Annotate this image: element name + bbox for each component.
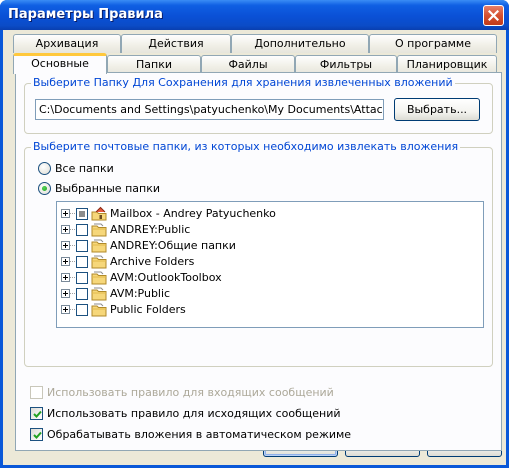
tree-item-label: AVM:Public [110,287,171,300]
expand-plus-icon[interactable] [61,257,70,266]
radio-all-folders-label: Все папки [55,162,114,175]
option-outgoing-label: Использовать правило для исходящих сообщ… [47,407,341,420]
tree-connector [70,277,75,278]
tree-connector [70,245,75,246]
tree-connector [70,309,75,310]
radio-selected-dot [42,186,47,191]
close-button[interactable] [483,5,504,26]
option-incoming-label: Использовать правило для входящих сообще… [47,386,334,399]
mailbox-home-icon [91,206,107,221]
tab-archiving[interactable]: Архивация [13,34,121,53]
tree-item-checkbox[interactable] [76,256,88,268]
tree-item-label: Archive Folders [110,255,195,268]
save-folder-group: Выберите Папку Для Сохранения для хранен… [24,76,493,134]
tree-item[interactable]: Archive Folders [57,254,483,270]
tab-advanced[interactable]: Дополнительно [231,34,369,53]
dialog-client: Архивация Действия Дополнительно О прогр… [3,30,506,465]
folder-icon [91,286,107,301]
folder-icon [91,302,107,317]
browse-button[interactable]: Выбрать... [394,98,480,121]
checkmark-icon [33,431,42,439]
tree-connector [70,213,75,214]
folder-tree[interactable]: Mailbox - Andrey Patyuchenko ANDREY:Publi… [56,201,484,328]
folder-icon [91,238,107,253]
folder-icon [91,254,107,269]
radio-all-folders[interactable]: Все папки [38,162,238,176]
tree-connector [70,261,75,262]
save-path-field[interactable]: C:\Documents and Settings\patyuchenko\My… [35,99,384,120]
option-outgoing-checkbox[interactable] [30,407,43,420]
tree-item-label: AVM:OutlookToolbox [110,271,222,284]
expand-plus-icon[interactable] [61,209,70,218]
dialog-window: Параметры Правила Архивация Действия Доп… [0,0,509,468]
tree-item-checkbox[interactable] [76,208,88,220]
mail-folders-group: Выберите почтовые папки, из которых необ… [24,140,493,367]
radio-all-folders-circle[interactable] [38,162,51,175]
tree-item[interactable]: AVM:OutlookToolbox [57,270,483,286]
option-auto-process-checkbox[interactable] [30,428,43,441]
tree-item[interactable]: ANDREY:Общие папки [57,238,483,254]
expand-plus-icon[interactable] [61,289,70,298]
option-auto-process-label: Обрабатывать вложения в автоматическом р… [47,428,352,441]
tree-item-checkbox[interactable] [76,240,88,252]
tree-item-checkbox[interactable] [76,272,88,284]
option-auto-process[interactable]: Обрабатывать вложения в автоматическом р… [30,428,430,442]
tree-item[interactable]: ANDREY:Public [57,222,483,238]
tree-item[interactable]: AVM:Public [57,286,483,302]
option-outgoing[interactable]: Использовать правило для исходящих сообщ… [30,407,430,421]
expand-plus-icon[interactable] [61,273,70,282]
save-folder-group-title: Выберите Папку Для Сохранения для хранен… [31,76,455,89]
expand-plus-icon[interactable] [61,241,70,250]
tree-item[interactable]: Mailbox - Andrey Patyuchenko [57,206,483,222]
radio-selected-folders-label: Выбранные папки [55,182,160,195]
option-incoming-checkbox[interactable] [30,386,43,399]
expand-plus-icon[interactable] [61,305,70,314]
mail-folders-group-title: Выберите почтовые папки, из которых необ… [31,140,461,153]
title-bar[interactable]: Параметры Правила [0,0,509,30]
tab-actions[interactable]: Действия [121,34,231,53]
close-icon [488,10,499,21]
tree-item-label: Mailbox - Andrey Patyuchenko [110,207,276,220]
tab-general[interactable]: Основные [13,53,107,74]
folder-icon [91,270,107,285]
tab-panel-general: Выберите Папку Для Сохранения для хранен… [15,72,502,451]
tree-item-checkbox[interactable] [76,224,88,236]
tree-item[interactable]: Public Folders [57,302,483,318]
expand-plus-icon[interactable] [61,225,70,234]
radio-selected-folders[interactable]: Выбранные папки [38,182,238,196]
radio-selected-folders-circle[interactable] [38,182,51,195]
window-title: Параметры Правила [8,7,163,22]
checkmark-icon [33,410,42,418]
tree-item-label: Public Folders [110,303,186,316]
folder-icon [91,222,107,237]
tree-connector [70,229,75,230]
tree-item-checkbox[interactable] [76,288,88,300]
tree-item-label: ANDREY:Общие папки [110,239,236,252]
tree-connector [70,293,75,294]
tree-item-label: ANDREY:Public [110,223,191,236]
tab-about[interactable]: О программе [369,34,497,53]
tree-item-checkbox[interactable] [76,304,88,316]
option-incoming[interactable]: Использовать правило для входящих сообще… [30,386,430,400]
